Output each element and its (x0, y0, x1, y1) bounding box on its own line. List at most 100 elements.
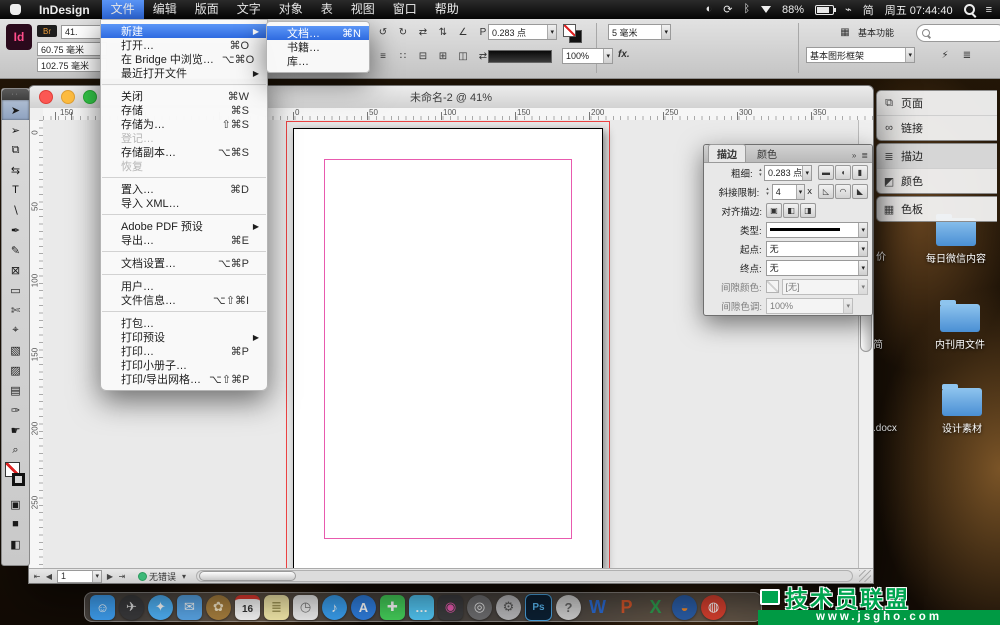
round-cap-icon[interactable]: ◖ (835, 165, 851, 180)
app-menu[interactable]: InDesign (33, 3, 96, 17)
excel-icon[interactable]: X (643, 595, 668, 620)
desktop-folder[interactable]: 设计素材 (917, 388, 1000, 435)
file-menu-item[interactable]: 在 Bridge 中浏览… ⌥⌘O (101, 52, 267, 66)
zoom-tool-icon[interactable]: ⌕ (2, 440, 29, 460)
file-menu-item[interactable]: 导入 XML… (101, 196, 267, 210)
file-menu-item[interactable]: 存储副本… ⌥⌘S (101, 145, 267, 159)
file-menu-item[interactable] (102, 311, 266, 312)
collapse-panel-icon[interactable]: » (852, 151, 856, 160)
file-menu-item[interactable]: 置入… ⌘D (101, 182, 267, 196)
help-icon[interactable]: ? (556, 595, 581, 620)
spotlight-icon[interactable] (964, 4, 975, 15)
vertical-ruler[interactable]: 050100150200250300 (29, 120, 44, 569)
eyedropper-tool-icon[interactable]: ✑ (2, 400, 29, 420)
word-icon[interactable]: W (585, 595, 610, 620)
messages-icon[interactable]: … (409, 595, 434, 620)
stroke-type-select[interactable] (766, 222, 868, 238)
gap-tool-icon[interactable]: ⇆ (2, 160, 29, 180)
powerpoint-icon[interactable]: P (614, 595, 639, 620)
notification-center-icon[interactable]: ≡ (986, 4, 992, 16)
menubar-item[interactable]: 表 (312, 0, 342, 19)
workspace-switcher[interactable]: ▦ 基本功能 (836, 25, 894, 40)
fill-stroke-swatches[interactable] (2, 460, 29, 494)
stroke-panel-tab[interactable]: ≣ 描边 (877, 144, 997, 169)
align-stroke-outside-icon[interactable]: ◨ (800, 203, 816, 218)
menubar-item[interactable]: 视图 (342, 0, 384, 19)
file-menu-item[interactable] (102, 84, 266, 85)
tint-select[interactable]: 100% (562, 48, 613, 64)
input-method-icon[interactable]: ◐ (706, 3, 713, 16)
effects-button[interactable]: fx. (618, 49, 630, 60)
photoshop-icon[interactable]: Ps (525, 594, 552, 621)
align-stroke-inside-icon[interactable]: ◧ (783, 203, 799, 218)
color-panel-tab[interactable]: ◩ 颜色 (877, 169, 997, 193)
time-machine-icon[interactable]: ⟳ (723, 3, 732, 16)
file-menu-item[interactable]: Adobe PDF 预设 ▶ (101, 219, 267, 233)
rotate-ccw-icon[interactable]: ↺ (374, 24, 392, 40)
desktop-item-label[interactable]: 价 (876, 248, 886, 263)
menubar-item[interactable]: 帮助 (426, 0, 468, 19)
bluetooth-icon[interactable]: ᛒ (743, 3, 750, 16)
butt-cap-icon[interactable]: ▬ (818, 165, 834, 180)
last-page-button[interactable]: ⇥ (116, 572, 128, 581)
stroke-weight-stepper[interactable] (757, 168, 764, 178)
note-tool-icon[interactable]: ▤ (2, 380, 29, 400)
text-wrap-none-icon[interactable]: ⊟ (414, 48, 432, 64)
dvd-player-icon[interactable]: ◎ (467, 595, 492, 620)
fill-stroke-proxy[interactable] (562, 23, 584, 43)
scissors-tool-icon[interactable]: ✄ (2, 300, 29, 320)
facetime-icon[interactable]: ✚ (380, 595, 405, 620)
align-stroke-center-icon[interactable]: ▣ (766, 203, 782, 218)
menubar-item[interactable]: 对象 (270, 0, 312, 19)
file-menu-item[interactable]: 存储 ⌘S (101, 103, 267, 117)
first-page-button[interactable]: ⇤ (31, 572, 43, 581)
desktop-item-label[interactable]: 简 (873, 336, 883, 351)
file-menu-item[interactable]: 恢复 (101, 159, 267, 173)
menubar-item[interactable]: 文件 (102, 0, 144, 19)
previous-page-button[interactable]: ◀ (43, 572, 55, 581)
stroke-color-bar[interactable] (488, 50, 552, 63)
tools-panel-drag-bar[interactable] (2, 89, 29, 100)
shear-icon[interactable]: ∠ (454, 24, 472, 40)
file-menu-item[interactable]: 打包… (101, 316, 267, 330)
launchpad-icon[interactable]: ✈ (119, 595, 144, 620)
line-tool-icon[interactable]: ∖ (2, 200, 29, 220)
menubar-item[interactable]: 版面 (186, 0, 228, 19)
rotate-cw-icon[interactable]: ↻ (394, 24, 412, 40)
desktop-folder[interactable]: 每日微信内容 (911, 218, 1000, 265)
file-menu-item[interactable]: 最近打开文件 ▶ (101, 66, 267, 80)
bevel-join-icon[interactable]: ◣ (852, 184, 868, 199)
file-menu-item[interactable]: 关闭 ⌘W (101, 89, 267, 103)
horizontal-scrollbar[interactable] (196, 570, 853, 582)
bridge-button[interactable]: Br (37, 25, 57, 37)
mail-icon[interactable]: ✉ (177, 595, 202, 620)
file-menu-item[interactable]: 新建 ▶ (101, 24, 267, 38)
horizontal-scrollbar-thumb[interactable] (199, 571, 296, 581)
swatches-panel-tab[interactable]: ▦ 色板 (877, 197, 997, 221)
file-menu-item[interactable]: 用户… (101, 279, 267, 293)
align-icon[interactable]: ≡ (374, 48, 392, 64)
file-menu-item[interactable] (102, 177, 266, 178)
end-select[interactable]: 无 (766, 260, 868, 276)
stroke-swatch[interactable] (12, 473, 25, 486)
selection-tool-icon[interactable]: ➤ (2, 100, 29, 120)
flip-horizontal-icon[interactable]: ⇄ (414, 24, 432, 40)
photos-icon[interactable]: ✿ (206, 595, 231, 620)
start-select[interactable]: 无 (766, 241, 868, 257)
itunes-icon[interactable]: ♪ (322, 595, 347, 620)
apple-menu-icon[interactable] (10, 4, 21, 15)
file-menu-item[interactable]: 登记… (101, 131, 267, 145)
page-tool-icon[interactable]: ⧉ (2, 140, 29, 160)
search-input[interactable] (934, 27, 990, 39)
miter-join-icon[interactable]: ◺ (818, 184, 834, 199)
pen-tool-icon[interactable]: ✒ (2, 220, 29, 240)
calendar-icon[interactable]: 16 (235, 595, 260, 620)
photo-booth-icon[interactable]: ◉ (438, 595, 463, 620)
type-tool-icon[interactable]: T (2, 180, 29, 200)
desktop-item-label[interactable]: .docx (873, 423, 897, 434)
file-menu-item[interactable]: 导出… ⌘E (101, 233, 267, 247)
rotation-field[interactable]: 41. (61, 25, 103, 39)
search-box[interactable] (916, 24, 1000, 42)
free-transform-tool-icon[interactable]: ⌖ (2, 320, 29, 340)
hand-tool-icon[interactable]: ☛ (2, 420, 29, 440)
